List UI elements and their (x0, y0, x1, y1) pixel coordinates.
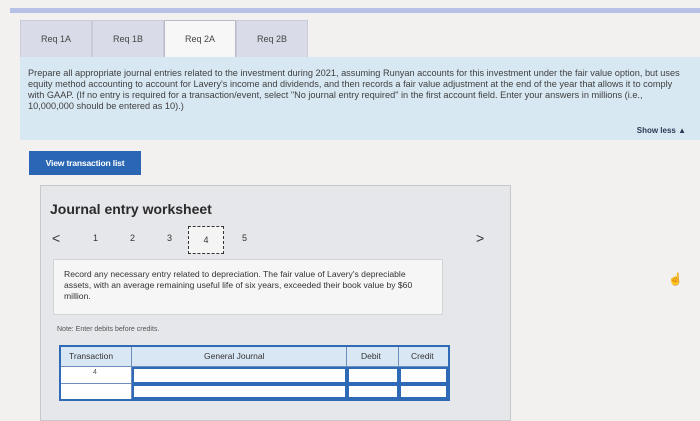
header-debit: Debit (361, 351, 381, 361)
header-transaction: Transaction (69, 351, 114, 361)
page-3-link[interactable]: 3 (167, 233, 172, 243)
next-page-button[interactable]: > (476, 230, 484, 246)
view-transaction-list-button[interactable]: View transaction list (29, 151, 141, 175)
journal-table: Transaction General Journal Debit Credit… (59, 345, 450, 401)
worksheet-title: Journal entry worksheet (50, 201, 212, 217)
transaction-number: 4 (93, 369, 97, 376)
header-credit: Credit (411, 351, 434, 361)
page-4-current[interactable]: 4 (188, 226, 224, 254)
credit-input[interactable] (399, 384, 448, 399)
page-1-link[interactable]: 1 (93, 233, 98, 243)
debit-input[interactable] (347, 367, 399, 384)
instructions-panel: Prepare all appropriate journal entries … (20, 57, 700, 140)
tab-label: Req 1B (112, 34, 144, 44)
top-accent-bar (10, 8, 700, 13)
tab-label: Req 2A (184, 34, 216, 44)
journal-entry-worksheet: Journal entry worksheet < 1 2 3 4 5 > Re… (40, 185, 511, 421)
page-5-link[interactable]: 5 (242, 233, 247, 243)
tab-req-1a[interactable]: Req 1A (20, 20, 92, 57)
tab-req-1b[interactable]: Req 1B (92, 20, 164, 57)
tab-label: Req 1A (40, 34, 72, 44)
instructions-text: Prepare all appropriate journal entries … (28, 68, 680, 111)
page-2-link[interactable]: 2 (130, 233, 135, 243)
header-general-journal: General Journal (204, 351, 265, 361)
credit-input[interactable] (399, 367, 448, 384)
debit-input[interactable] (347, 384, 399, 399)
account-input[interactable] (132, 367, 347, 384)
table-header: Transaction General Journal Debit Credit (61, 347, 448, 366)
account-input[interactable] (132, 384, 347, 399)
tab-req-2b[interactable]: Req 2B (236, 20, 308, 57)
tab-label: Req 2B (256, 34, 288, 44)
task-description: Record any necessary entry related to de… (53, 259, 443, 315)
tab-req-2a[interactable]: Req 2A (164, 20, 236, 57)
previous-page-button[interactable]: < (52, 230, 60, 246)
hand-pointer-icon: ☝ (668, 272, 683, 286)
debits-note: Note: Enter debits before credits. (57, 326, 160, 333)
show-less-link[interactable]: Show less ▲ (637, 126, 686, 135)
